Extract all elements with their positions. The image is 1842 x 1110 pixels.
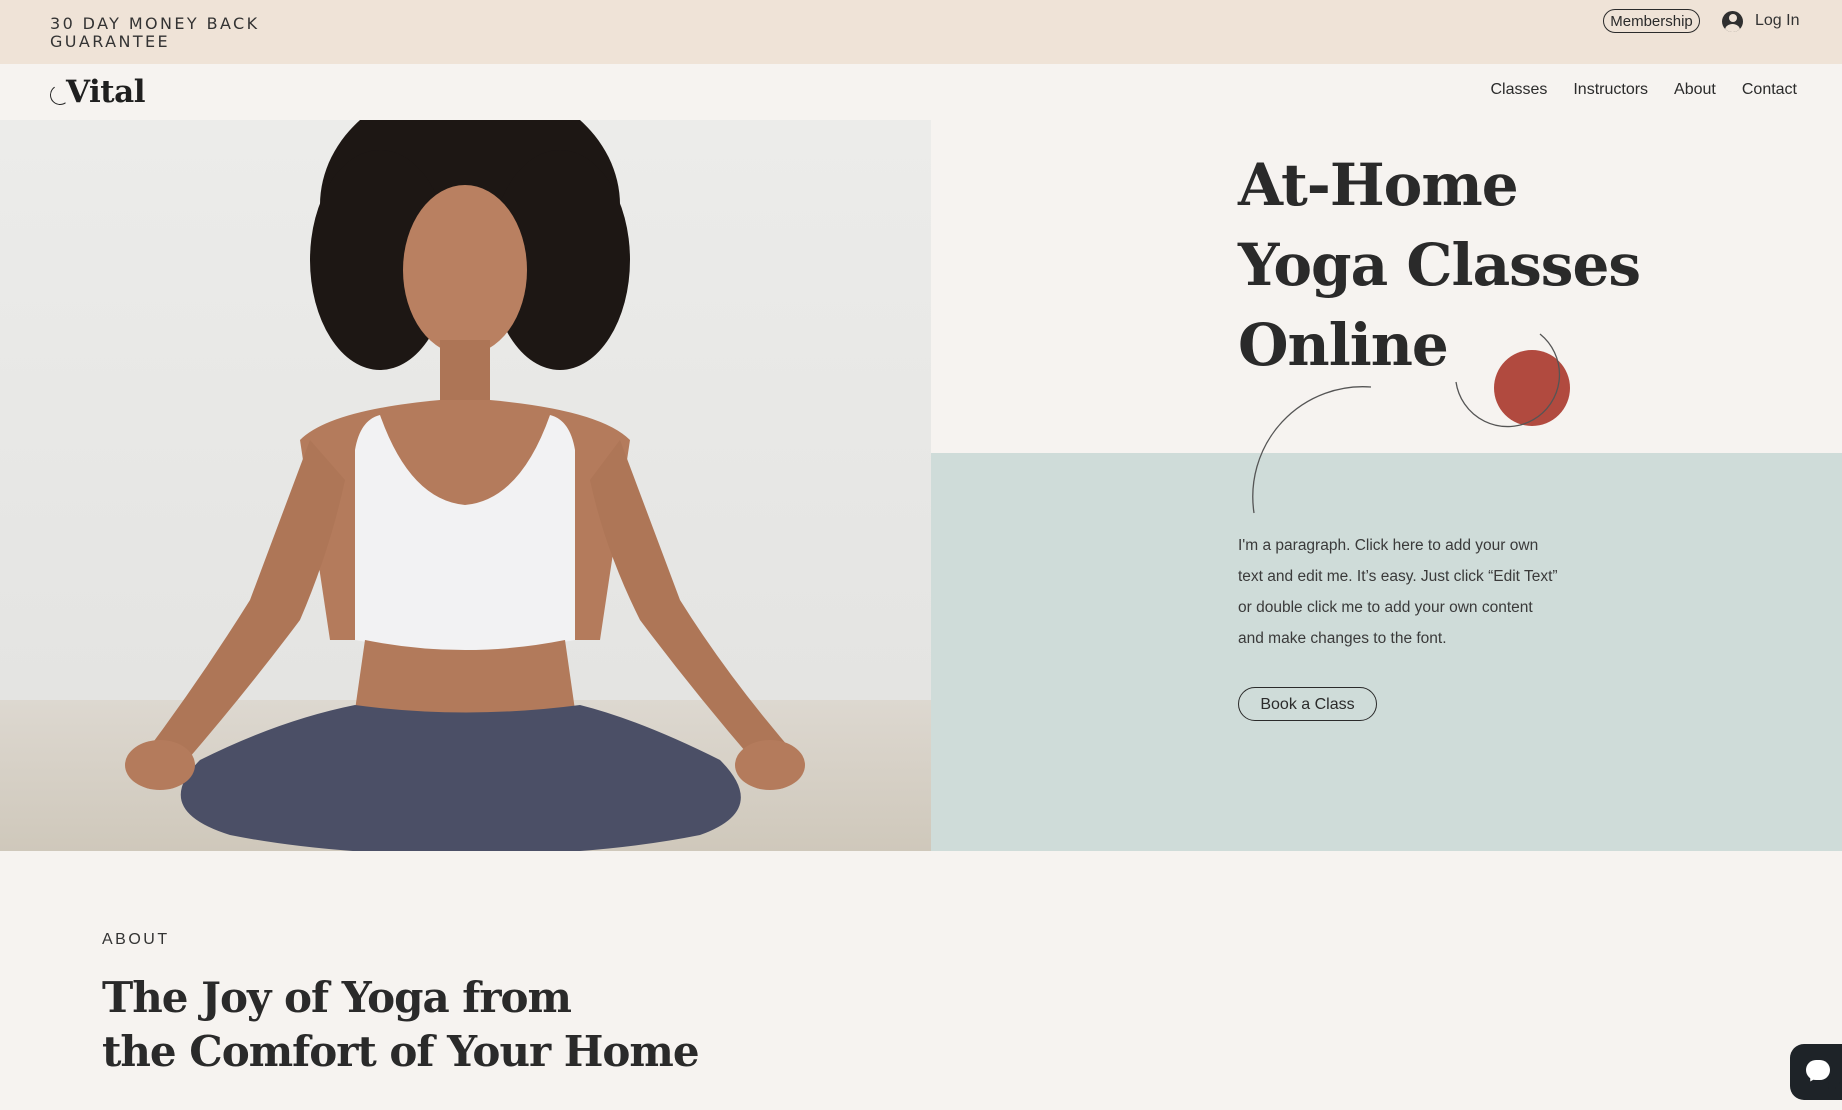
book-class-button[interactable]: Book a Class [1238, 687, 1377, 721]
login-button[interactable]: Log In [1722, 9, 1799, 33]
chat-widget-button[interactable] [1790, 1044, 1842, 1100]
site-header: Vital Classes Instructors About Contact [0, 64, 1842, 120]
nav-item-classes[interactable]: Classes [1490, 81, 1547, 99]
logo-text: Vital [66, 74, 145, 110]
about-heading: The Joy of Yoga from the Comfort of Your… [102, 971, 802, 1079]
site-logo[interactable]: Vital [48, 72, 145, 112]
hero-paragraph: I'm a paragraph. Click here to add your … [1238, 537, 1558, 647]
main-nav: Classes Instructors About Contact [1490, 81, 1797, 99]
about-eyebrow: ABOUT [102, 931, 170, 948]
accent-circle [1494, 350, 1570, 426]
nav-item-instructors[interactable]: Instructors [1573, 81, 1648, 99]
hero-image [0, 120, 931, 851]
meditating-woman-illustration [125, 120, 805, 851]
about-section: ABOUT The Joy of Yoga from the Comfort o… [0, 851, 1842, 1110]
announcement-bar: 30 DAY MONEY BACK GUARANTEE Membership L… [0, 0, 1842, 64]
user-avatar-icon [1722, 10, 1743, 32]
nav-item-about[interactable]: About [1674, 81, 1716, 99]
about-heading-line: The Joy of Yoga from [102, 973, 572, 1022]
decorative-circles [1252, 333, 1570, 514]
about-heading-line: the Comfort of Your Home [102, 1027, 700, 1076]
login-label: Log In [1755, 12, 1800, 29]
hero-title-line: Yoga Classes [1238, 231, 1641, 299]
hero-title-line: At-Home [1238, 151, 1519, 219]
nav-item-contact[interactable]: Contact [1742, 81, 1797, 99]
chat-bubble-icon [1806, 1060, 1840, 1089]
money-back-promo: 30 DAY MONEY BACK GUARANTEE [50, 14, 260, 51]
membership-button[interactable]: Membership [1603, 9, 1700, 33]
arc-left [1252, 386, 1372, 514]
